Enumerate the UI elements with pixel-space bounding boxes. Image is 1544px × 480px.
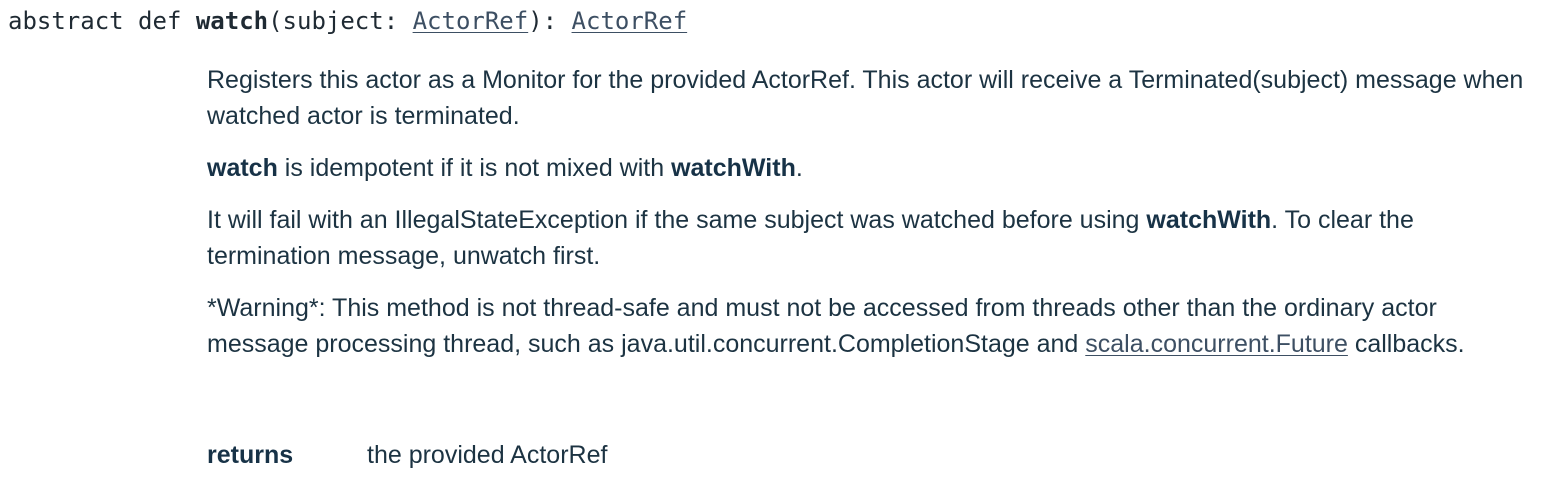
return-type-link[interactable]: ActorRef (572, 7, 688, 35)
description-paragraph-4: *Warning*: This method is not thread-saf… (207, 290, 1532, 362)
bold-term: watchWith (671, 154, 796, 182)
description-paragraph-2: watch is idempotent if it is not mixed w… (207, 150, 1532, 186)
description-text: is idempotent if it is not mixed with (277, 154, 672, 182)
returns-value: the provided ActorRef (367, 441, 608, 469)
bold-term: watch (207, 154, 278, 182)
description-paragraph-1: Registers this actor as a Monitor for th… (207, 62, 1532, 134)
method-description: Registers this actor as a Monitor for th… (207, 62, 1532, 378)
returns-row: returns the provided ActorRef (207, 437, 607, 473)
description-text: callbacks. (1347, 330, 1465, 358)
signature-close: ): (528, 7, 572, 35)
description-paragraph-3: It will fail with an IllegalStateExcepti… (207, 202, 1532, 274)
method-signature: abstract def watch(subject: ActorRef): A… (8, 4, 687, 38)
description-text: Registers this actor as a Monitor for th… (207, 66, 1524, 130)
returns-label: returns (207, 441, 294, 469)
param-type-link[interactable]: ActorRef (413, 7, 529, 35)
signature-modifiers: abstract def (8, 7, 196, 35)
signature-open-paren: ( (268, 7, 283, 35)
future-link[interactable]: scala.concurrent.Future (1085, 330, 1348, 358)
param-name: subject: (282, 7, 413, 35)
description-text: It will fail with an IllegalStateExcepti… (207, 206, 1147, 234)
description-text: . (795, 154, 803, 182)
bold-term: watchWith (1146, 206, 1272, 234)
method-name: watch (195, 7, 269, 35)
